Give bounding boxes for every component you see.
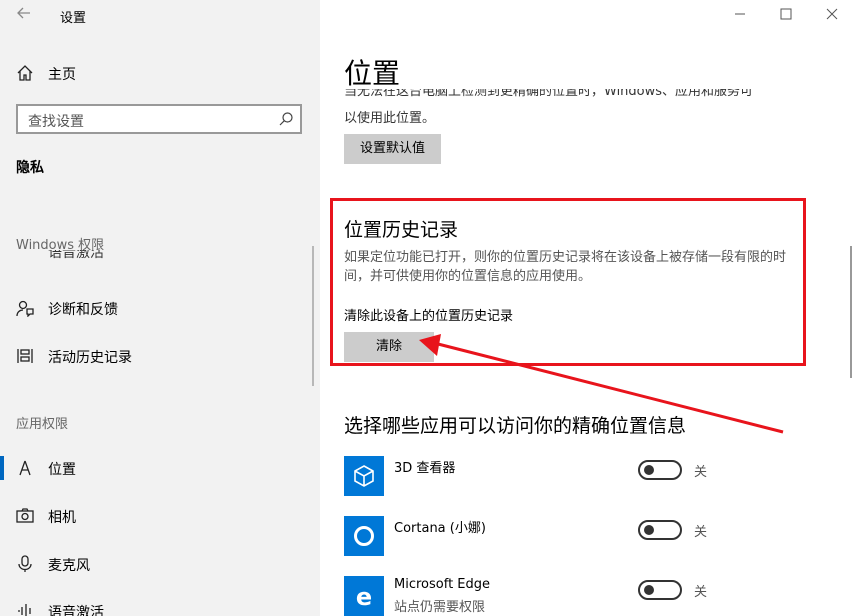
app-name: 3D 查看器 — [394, 461, 456, 476]
back-arrow-icon[interactable] — [12, 4, 36, 28]
app-row-3d-viewer: 3D 查看器 关 — [344, 456, 824, 502]
location-toggle[interactable] — [638, 520, 682, 540]
sidebar-item-label: 位置 — [48, 462, 76, 478]
app-subtext: 站点仍需要权限 — [394, 600, 486, 615]
active-indicator — [0, 456, 4, 480]
svg-text:e: e — [356, 583, 372, 611]
app-name: Cortana (小娜) — [394, 521, 486, 536]
app-row-edge: e Microsoft Edge 站点仍需要权限 关 — [344, 576, 824, 616]
location-icon — [16, 459, 34, 477]
sidebar-item-label: 主页 — [48, 67, 76, 83]
cortana-ring-icon — [344, 516, 384, 556]
toggle-state-label: 关 — [694, 585, 708, 600]
intro-text-cut: 当无法在这台电脑上检测到更精确的位置时，Windows、应用和服务可 — [344, 89, 784, 101]
cube-icon — [344, 456, 384, 496]
home-icon — [16, 64, 34, 82]
timeline-icon — [16, 347, 34, 365]
sidebar-item-label: 语音激活 — [48, 250, 104, 261]
sidebar-item-microphone[interactable]: 麦克风 — [0, 547, 320, 581]
sidebar-item-label: 活动历史记录 — [48, 350, 132, 366]
window-title: 设置 — [60, 11, 87, 26]
sidebar-scrollbar[interactable] — [312, 246, 314, 386]
sidebar-item-label: 相机 — [48, 510, 76, 526]
page-title: 位置 — [344, 57, 401, 90]
category-heading: 隐私 — [16, 160, 44, 176]
sidebar-item-diagnostics[interactable]: 诊断和反馈 — [0, 291, 320, 325]
toggle-state-label: 关 — [694, 525, 708, 540]
sidebar: 设置 主页 查找设置 隐私 Windows 权限 语音激活 诊断和反馈 活动历史… — [0, 0, 320, 616]
voice-icon — [16, 602, 34, 616]
sidebar-item-label: 麦克风 — [48, 558, 90, 574]
sidebar-item-home[interactable]: 主页 — [0, 58, 320, 88]
sidebar-item-label: 诊断和反馈 — [48, 302, 118, 318]
feedback-person-icon — [16, 299, 34, 318]
toggle-knob — [644, 465, 654, 475]
microphone-icon — [16, 555, 34, 573]
app-row-cortana: Cortana (小娜) 关 — [344, 516, 824, 562]
sidebar-item-camera[interactable]: 相机 — [0, 499, 320, 533]
intro-text-end: 以使用此位置。 — [344, 111, 436, 126]
location-toggle[interactable] — [638, 460, 682, 480]
search-input[interactable]: 查找设置 — [16, 104, 302, 134]
highlight-box — [330, 198, 806, 366]
search-placeholder: 查找设置 — [28, 114, 84, 130]
app-name: Microsoft Edge — [394, 577, 491, 592]
toggle-state-label: 关 — [694, 465, 708, 480]
sidebar-item-activity-history[interactable]: 活动历史记录 — [0, 339, 320, 373]
search-icon[interactable] — [278, 111, 294, 127]
sidebar-item-cut[interactable]: 语音激活 — [16, 250, 196, 270]
intro-text-line: 当无法在这台电脑上检测到更精确的位置时，Windows、应用和服务可 — [344, 89, 754, 99]
section-label-apps: 应用权限 — [16, 417, 69, 432]
edge-icon: e — [344, 576, 384, 616]
set-default-button[interactable]: 设置默认值 — [344, 134, 441, 164]
main-scrollbar[interactable] — [850, 246, 852, 378]
toggle-knob — [644, 525, 654, 535]
location-toggle[interactable] — [638, 580, 682, 600]
sidebar-item-label: 语音激活 — [48, 605, 104, 616]
toggle-knob — [644, 585, 654, 595]
sidebar-item-location[interactable]: 位置 — [0, 451, 320, 485]
sidebar-item-voice[interactable]: 语音激活 — [0, 594, 320, 616]
camera-icon — [16, 507, 34, 525]
apps-section-title: 选择哪些应用可以访问你的精确位置信息 — [344, 415, 687, 437]
